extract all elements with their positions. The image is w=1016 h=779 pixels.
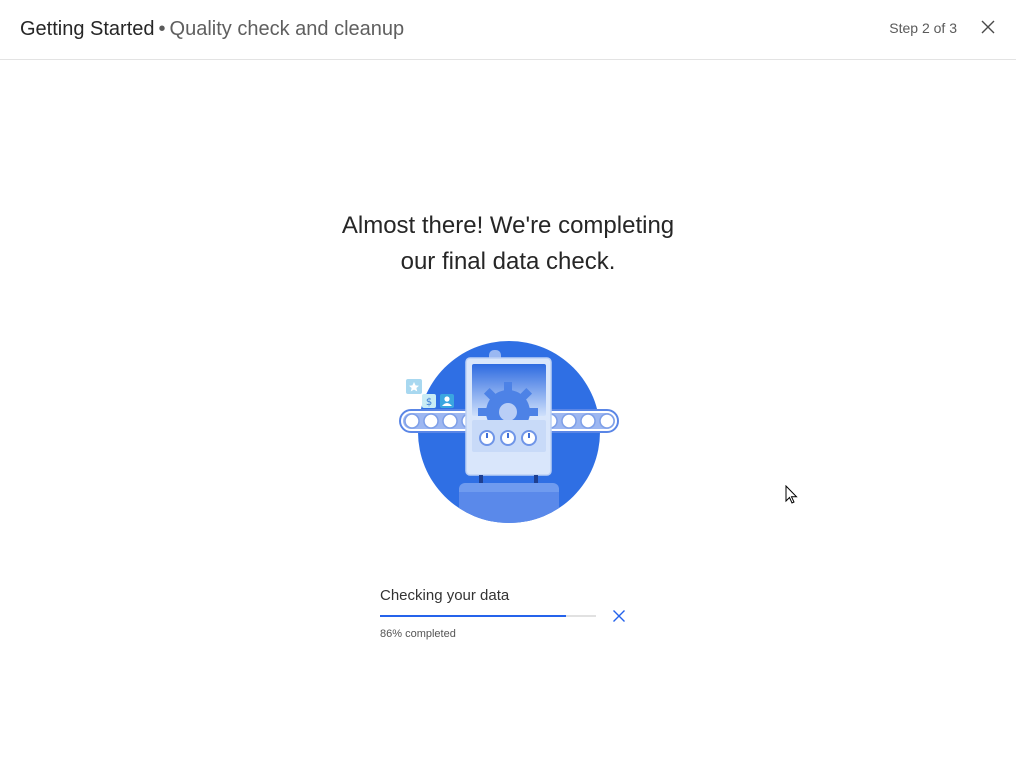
headline-line-1: Almost there! We're completing <box>341 212 675 239</box>
progress-bar <box>380 615 596 617</box>
page-title: Getting Started • Quality check and cleanu… <box>20 16 404 42</box>
progress-caption: 86% completed <box>380 628 456 640</box>
headline-line-2: our final data check. <box>400 248 616 275</box>
svg-text:$: $ <box>426 397 432 408</box>
cancel-check-button[interactable] <box>612 609 626 623</box>
progress-section: Checking your data 86% completed <box>380 586 640 646</box>
header-title: Getting Started <box>20 18 155 40</box>
close-icon <box>981 20 995 34</box>
header: Getting Started • Quality check and cleanu… <box>0 0 1016 60</box>
step-indicator: Step 2 of 3 <box>889 20 957 36</box>
data-check-machine-illustration: $ <box>399 341 619 523</box>
close-button[interactable] <box>980 19 996 35</box>
header-subtitle: Quality check and cleanup <box>169 18 405 40</box>
status-headline: Almost there! We're completing our final… <box>258 208 758 280</box>
mouse-cursor-icon <box>785 484 799 505</box>
title-separator: • <box>158 18 166 40</box>
close-icon <box>613 610 625 622</box>
progress-bar-fill <box>380 615 566 617</box>
data-check-illustration: $ <box>398 338 620 526</box>
progress-label: Checking your data <box>380 587 510 604</box>
